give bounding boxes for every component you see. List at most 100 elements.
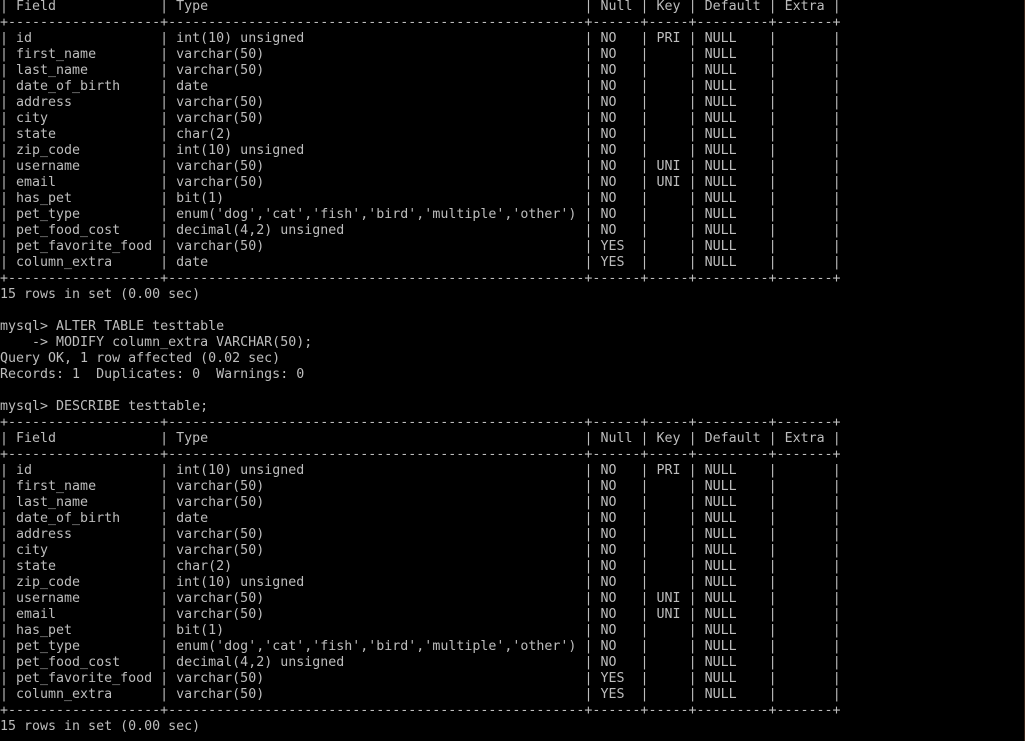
cell-key: PRI <box>656 31 681 46</box>
cell-default: NULL <box>704 479 761 494</box>
cell-extra <box>785 223 825 238</box>
header-type: Type <box>176 0 577 14</box>
cell-null: NO <box>600 479 633 494</box>
cell-field: id <box>16 463 153 478</box>
cell-extra <box>785 255 825 270</box>
cell-type: varchar(50) <box>176 495 577 510</box>
cell-type: varchar(50) <box>176 527 577 542</box>
cell-key <box>657 559 681 574</box>
table-border: +-------------------+-------------------… <box>0 15 841 30</box>
table-row: | has_pet | bit(1) | NO | | NULL | | <box>0 191 841 206</box>
cell-null: NO <box>600 543 633 558</box>
cell-null: YES <box>600 239 633 254</box>
cell-extra <box>785 495 825 510</box>
table-row: | pet_type | enum('dog','cat','fish','bi… <box>0 639 841 654</box>
cell-field: username <box>16 159 153 174</box>
cell-type: char(2) <box>176 559 577 574</box>
cell-key <box>657 79 681 94</box>
prompt-line: mysql> DESCRIBE testtable; <box>0 399 209 414</box>
cell-extra <box>785 47 825 62</box>
cell-key <box>657 207 681 222</box>
cell-null: NO <box>600 191 633 206</box>
cell-extra <box>785 63 825 78</box>
table-row: | last_name | varchar(50) | NO | | NULL … <box>0 63 841 78</box>
table-row: | email | varchar(50) | NO | UNI | NULL … <box>0 175 841 190</box>
cell-default: NULL <box>704 79 761 94</box>
cell-field: state <box>16 127 153 142</box>
cell-type: varchar(50) <box>176 111 577 126</box>
cell-default: NULL <box>704 255 761 270</box>
cell-field: address <box>16 527 153 542</box>
cell-extra <box>785 639 825 654</box>
cell-null: NO <box>600 143 633 158</box>
cell-field: date_of_birth <box>16 79 153 94</box>
cell-default: NULL <box>704 543 761 558</box>
cell-extra <box>785 655 825 670</box>
cell-default: NULL <box>704 223 761 238</box>
cell-extra <box>785 111 825 126</box>
cell-key <box>657 639 681 654</box>
table-row: | address | varchar(50) | NO | | NULL | … <box>0 95 841 110</box>
cell-extra <box>785 607 825 622</box>
cell-null: NO <box>600 607 633 622</box>
cell-extra <box>785 31 825 46</box>
cell-default: NULL <box>704 591 761 606</box>
cell-null: NO <box>600 527 633 542</box>
table-row: | date_of_birth | date | NO | | NULL | | <box>0 79 841 94</box>
cell-null: NO <box>600 575 633 590</box>
cell-null: NO <box>600 159 633 174</box>
cell-type: varchar(50) <box>176 479 577 494</box>
cell-field: city <box>16 543 153 558</box>
cell-type: varchar(50) <box>176 239 577 254</box>
cell-extra <box>785 687 825 702</box>
cell-extra <box>785 591 825 606</box>
table-border: +-------------------+-------------------… <box>0 415 841 430</box>
table-row: | column_extra | date | YES | | NULL | | <box>0 255 841 270</box>
cell-type: bit(1) <box>176 191 577 206</box>
cell-type: varchar(50) <box>176 687 577 702</box>
cell-field: city <box>16 111 153 126</box>
cell-type: varchar(50) <box>176 543 577 558</box>
cell-key <box>657 191 681 206</box>
cell-key: UNI <box>656 607 681 622</box>
cell-default: NULL <box>704 143 761 158</box>
cell-default: NULL <box>704 639 761 654</box>
cell-type: varchar(50) <box>176 671 577 686</box>
cell-type: varchar(50) <box>176 63 577 78</box>
cell-default: NULL <box>704 623 761 638</box>
cell-key <box>657 671 681 686</box>
cell-default: NULL <box>704 127 761 142</box>
table-row: | pet_food_cost | decimal(4,2) unsigned … <box>0 655 841 670</box>
cell-null: NO <box>600 463 633 478</box>
cell-null: NO <box>600 127 633 142</box>
cell-field: zip_code <box>16 575 153 590</box>
cell-extra <box>785 175 825 190</box>
cell-extra <box>785 559 825 574</box>
table-row: | email | varchar(50) | NO | UNI | NULL … <box>0 607 841 622</box>
table-row: | zip_code | int(10) unsigned | NO | | N… <box>0 575 841 590</box>
table-row: | date_of_birth | date | NO | | NULL | | <box>0 511 841 526</box>
cell-key: PRI <box>656 463 681 478</box>
cell-default: NULL <box>704 95 761 110</box>
cell-null: NO <box>600 495 633 510</box>
header-extra: Extra <box>784 431 825 446</box>
cell-default: NULL <box>704 31 761 46</box>
cell-key <box>657 511 681 526</box>
header-null: Null <box>600 431 633 446</box>
cell-key <box>657 479 681 494</box>
cell-key: UNI <box>656 175 681 190</box>
cell-null: NO <box>600 79 633 94</box>
cell-extra <box>785 479 825 494</box>
terminal-output[interactable]: | Field | Type | Null | Key | Default | … <box>0 0 841 735</box>
table-row: | zip_code | int(10) unsigned | NO | | N… <box>0 143 841 158</box>
cell-null: NO <box>600 623 633 638</box>
header-field: Field <box>16 431 153 446</box>
header-extra: Extra <box>784 0 825 14</box>
cell-extra <box>785 575 825 590</box>
cell-default: NULL <box>704 159 761 174</box>
cell-key <box>657 495 681 510</box>
cell-extra <box>785 623 825 638</box>
cell-field: first_name <box>16 47 153 62</box>
table-header: | Field | Type | Null | Key | Default | … <box>0 431 841 446</box>
